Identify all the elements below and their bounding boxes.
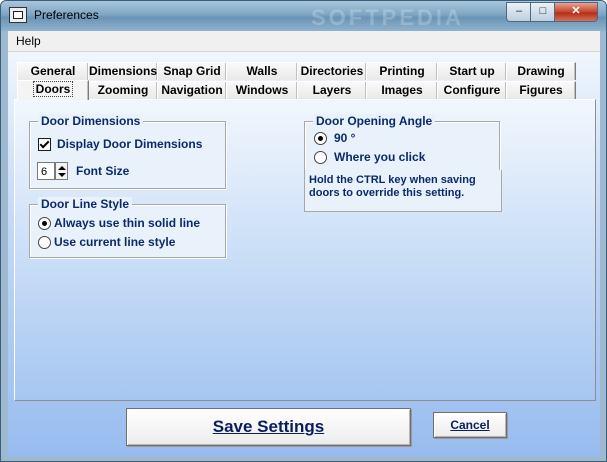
font-size-input[interactable]: 6 — [37, 162, 55, 180]
door-opening-angle-title: Door Opening Angle — [313, 114, 436, 128]
current-line-style-label: Use current line style — [54, 235, 176, 249]
stepper-up-icon[interactable] — [58, 166, 66, 170]
tab-drawing[interactable]: Drawing — [506, 62, 576, 80]
display-door-dimensions-checkbox[interactable] — [38, 138, 51, 151]
cancel-label: Cancel — [450, 418, 490, 432]
save-settings-label: Save Settings — [212, 417, 325, 436]
tab-layers[interactable]: Layers — [297, 81, 367, 99]
doors-tab-panel: Door Dimensions Display Door Dimensions … — [14, 99, 596, 401]
where-you-click-radio[interactable] — [314, 151, 327, 164]
maximize-button[interactable]: □ — [530, 2, 556, 22]
tab-configure[interactable]: Configure — [437, 81, 507, 99]
angle-90-radio[interactable] — [314, 132, 327, 145]
tab-images[interactable]: Images — [366, 81, 438, 99]
tab-doors-label: Doors — [32, 81, 74, 97]
thin-solid-line-radio[interactable] — [38, 217, 51, 230]
dialog-body: General Dimensions Snap Grid Walls Direc… — [8, 52, 600, 456]
thin-solid-line-label: Always use thin solid line — [54, 216, 201, 230]
save-settings-button[interactable]: Save Settings — [126, 408, 411, 446]
title-bar[interactable]: Preferences SOFTPEDIA – □ ✕ — [1, 1, 606, 31]
ctrl-hint-line2: doors to override this setting. — [309, 187, 465, 199]
tab-start-up[interactable]: Start up — [437, 62, 507, 80]
tab-figures[interactable]: Figures — [506, 81, 576, 99]
door-opening-angle-group: Door Opening Angle 90 ° Where you click — [304, 114, 500, 171]
tab-walls[interactable]: Walls — [226, 62, 298, 80]
tab-zooming[interactable]: Zooming — [88, 81, 158, 99]
watermark-logo: SOFTPEDIA — [311, 5, 464, 30]
where-you-click-label: Where you click — [334, 150, 426, 164]
close-button[interactable]: ✕ — [554, 2, 598, 22]
font-size-label: Font Size — [76, 164, 130, 178]
tab-windows[interactable]: Windows — [226, 81, 298, 99]
font-size-stepper[interactable] — [55, 162, 68, 180]
door-line-style-title: Door Line Style — [38, 197, 133, 211]
menu-help[interactable]: Help — [16, 34, 41, 48]
cancel-button[interactable]: Cancel — [433, 412, 507, 438]
tab-navigation[interactable]: Navigation — [157, 81, 227, 99]
door-dimensions-title: Door Dimensions — [38, 114, 144, 128]
preferences-window: Preferences SOFTPEDIA – □ ✕ Help General… — [0, 0, 607, 462]
tab-directories[interactable]: Directories — [297, 62, 367, 80]
stepper-down-icon[interactable] — [58, 173, 66, 177]
tab-snap-grid[interactable]: Snap Grid — [157, 62, 227, 80]
menu-bar: Help — [8, 31, 600, 52]
ctrl-hint-line1: Hold the CTRL key when saving — [309, 174, 476, 186]
door-line-style-group: Door Line Style Always use thin solid li… — [29, 197, 226, 258]
ctrl-hint-box: Hold the CTRL key when saving doors to o… — [304, 170, 502, 212]
app-icon — [9, 7, 27, 23]
display-door-dimensions-label: Display Door Dimensions — [57, 137, 203, 151]
tab-doors[interactable]: Doors — [17, 80, 89, 100]
angle-90-label: 90 ° — [334, 131, 356, 145]
current-line-style-radio[interactable] — [38, 236, 51, 249]
tab-printing[interactable]: Printing — [366, 62, 438, 80]
tab-general[interactable]: General — [17, 62, 89, 80]
window-title: Preferences — [34, 8, 99, 22]
tab-dimensions[interactable]: Dimensions — [88, 62, 158, 80]
minimize-button[interactable]: – — [506, 2, 532, 22]
door-dimensions-group: Door Dimensions Display Door Dimensions … — [29, 114, 226, 189]
